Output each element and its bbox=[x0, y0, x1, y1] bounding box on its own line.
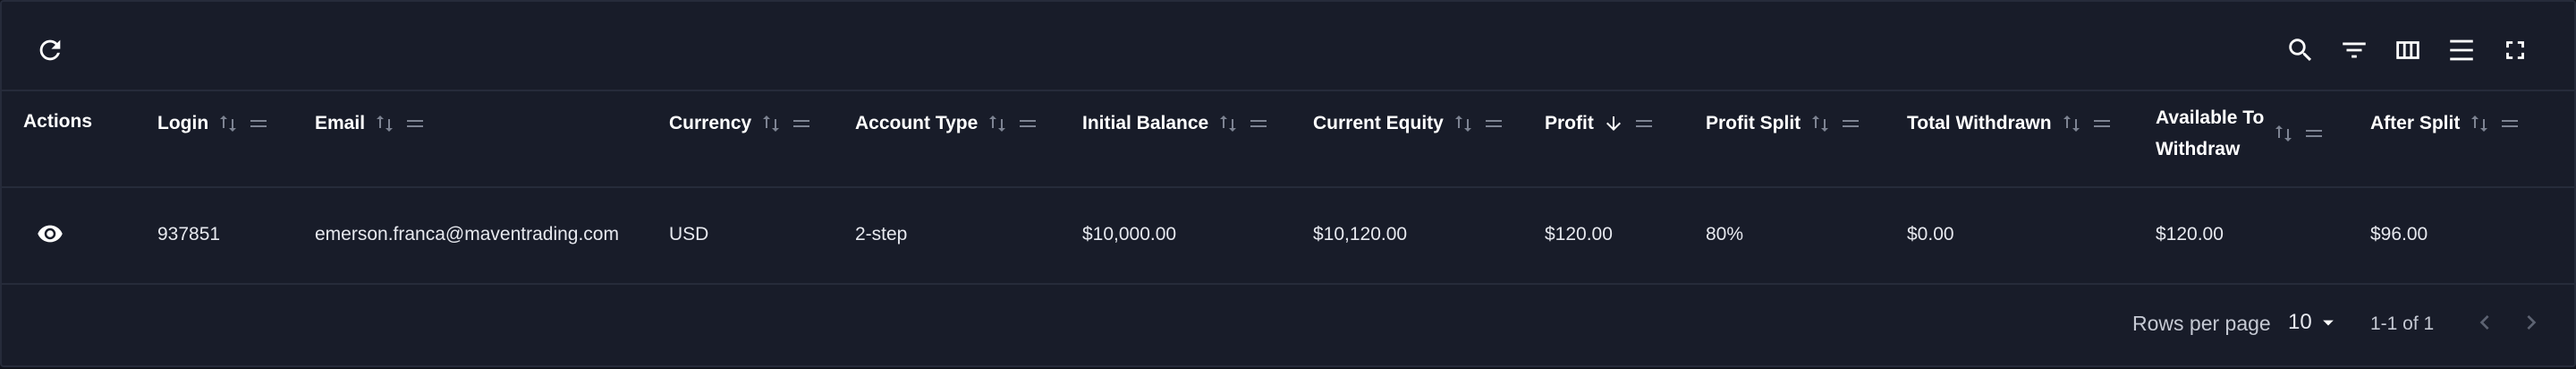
column-header-profit-split[interactable]: Profit Split bbox=[1706, 113, 1861, 134]
column-header-total-withdrawn[interactable]: Total Withdrawn bbox=[1907, 113, 2113, 134]
column-label: Current Equity bbox=[1313, 113, 1444, 133]
sort-icon[interactable] bbox=[1809, 113, 1831, 134]
pagination-range: 1-1 of 1 bbox=[2370, 313, 2435, 334]
column-header-account-type[interactable]: Account Type bbox=[855, 113, 1038, 134]
fullscreen-icon[interactable] bbox=[2497, 32, 2533, 68]
rows-per-page-label: Rows per page bbox=[2132, 312, 2271, 335]
cell-email: emerson.franca@maventrading.com bbox=[315, 224, 619, 245]
column-header-email[interactable]: Email bbox=[315, 113, 426, 134]
cell-login: 937851 bbox=[157, 224, 221, 245]
column-header-login[interactable]: Login bbox=[157, 113, 269, 134]
drag-handle-icon[interactable] bbox=[2303, 123, 2325, 144]
sort-icon[interactable] bbox=[2469, 113, 2490, 134]
column-label: Profit bbox=[1545, 113, 1594, 133]
column-label: Total Withdrawn bbox=[1907, 113, 2052, 133]
column-label: Account Type bbox=[855, 113, 979, 133]
column-label: Email bbox=[315, 113, 366, 133]
chevron-right-icon bbox=[2527, 315, 2537, 330]
table-row: 937851 emerson.franca@maventrading.com U… bbox=[2, 188, 2574, 285]
refresh-icon[interactable] bbox=[32, 32, 68, 68]
drag-handle-icon[interactable] bbox=[1840, 113, 1861, 134]
drag-handle-icon[interactable] bbox=[404, 113, 426, 134]
drag-handle-icon[interactable] bbox=[248, 113, 269, 134]
column-header-currency[interactable]: Currency bbox=[669, 113, 812, 134]
previous-page-button[interactable] bbox=[2470, 308, 2499, 337]
sort-icon[interactable] bbox=[374, 113, 395, 134]
column-header-available-to-withdraw[interactable]: Available To Withdraw bbox=[2156, 102, 2325, 165]
sort-icon[interactable] bbox=[2273, 123, 2294, 144]
next-page-button[interactable] bbox=[2517, 308, 2546, 337]
cell-profit: $120.00 bbox=[1545, 224, 1613, 245]
sort-icon[interactable] bbox=[2061, 113, 2082, 134]
cell-profit-split: 80% bbox=[1706, 224, 1744, 245]
drag-handle-icon[interactable] bbox=[1017, 113, 1038, 134]
sort-icon[interactable] bbox=[217, 113, 239, 134]
cell-initial-balance: $10,000.00 bbox=[1082, 224, 1177, 245]
cell-account-type: 2-step bbox=[855, 224, 908, 245]
filter-icon[interactable] bbox=[2336, 32, 2372, 68]
density-icon[interactable] bbox=[2444, 32, 2479, 68]
cell-after-split: $96.00 bbox=[2370, 224, 2428, 245]
column-label-line-1: Available To bbox=[2156, 107, 2265, 128]
drag-handle-icon[interactable] bbox=[2091, 113, 2113, 134]
columns-icon[interactable] bbox=[2390, 32, 2426, 68]
sort-icon[interactable] bbox=[760, 113, 782, 134]
column-label-line-2: Withdraw bbox=[2156, 139, 2241, 159]
cell-available-to-withdraw: $120.00 bbox=[2156, 224, 2224, 245]
column-header-profit[interactable]: Profit bbox=[1545, 113, 1655, 134]
caret-down-icon bbox=[2322, 320, 2334, 326]
cell-current-equity: $10,120.00 bbox=[1313, 224, 1408, 245]
sort-icon[interactable] bbox=[987, 113, 1008, 134]
drag-handle-icon[interactable] bbox=[1248, 113, 1269, 134]
view-eye-icon[interactable] bbox=[34, 220, 66, 247]
rows-per-page-value: 10 bbox=[2288, 310, 2312, 334]
cell-total-withdrawn: $0.00 bbox=[1907, 224, 1954, 245]
table-header-row: Actions Login Email Currency Account Typ… bbox=[2, 90, 2574, 188]
drag-handle-icon[interactable] bbox=[2499, 113, 2521, 134]
column-label: After Split bbox=[2370, 113, 2461, 133]
drag-handle-icon[interactable] bbox=[1633, 113, 1655, 134]
pagination-footer: Rows per page 10 1-1 of 1 bbox=[2, 285, 2574, 369]
column-header-after-split[interactable]: After Split bbox=[2370, 113, 2521, 134]
column-label: Login bbox=[157, 113, 209, 133]
column-label: Initial Balance bbox=[1082, 113, 1209, 133]
sort-icon[interactable] bbox=[1453, 113, 1474, 134]
column-header-actions: Actions bbox=[23, 111, 92, 133]
table-panel: Actions Login Email Currency Account Typ… bbox=[0, 0, 2576, 367]
column-header-initial-balance[interactable]: Initial Balance bbox=[1082, 113, 1269, 134]
column-label: Currency bbox=[669, 113, 752, 133]
chevron-left-icon bbox=[2479, 315, 2489, 330]
column-label: Profit Split bbox=[1706, 113, 1801, 133]
rows-per-page-select[interactable]: 10 bbox=[2288, 310, 2341, 335]
arrow-down-icon[interactable] bbox=[1603, 113, 1624, 134]
drag-handle-icon[interactable] bbox=[791, 113, 812, 134]
drag-handle-icon[interactable] bbox=[1483, 113, 1504, 134]
search-icon[interactable] bbox=[2283, 32, 2318, 68]
cell-currency: USD bbox=[669, 224, 709, 245]
column-label: Available To Withdraw bbox=[2156, 102, 2264, 165]
column-label: Actions bbox=[23, 111, 93, 132]
sort-icon[interactable] bbox=[1217, 113, 1239, 134]
column-header-current-equity[interactable]: Current Equity bbox=[1313, 113, 1504, 134]
table-toolbar bbox=[2, 2, 2574, 91]
